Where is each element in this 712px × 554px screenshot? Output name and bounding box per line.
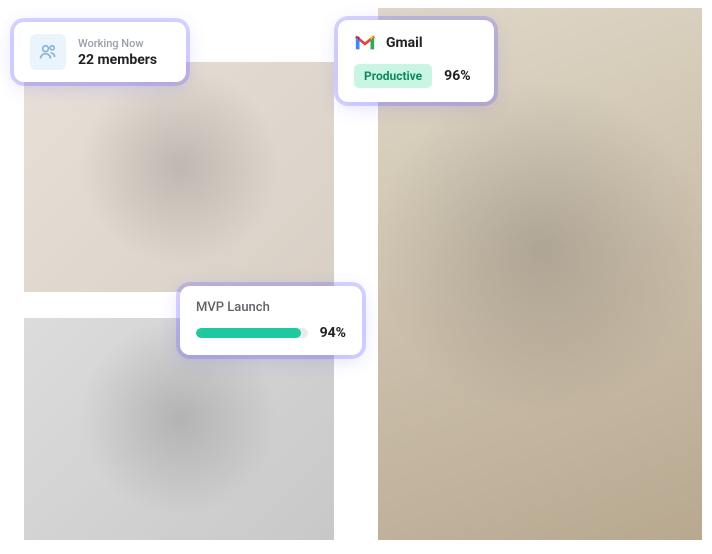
gmail-icon	[354, 34, 376, 52]
people-icon	[30, 34, 66, 70]
mvp-progress-bar	[196, 328, 308, 338]
gmail-percent: 96%	[444, 68, 470, 84]
gmail-app-name: Gmail	[386, 35, 423, 51]
mvp-progress-fill	[196, 328, 301, 338]
mvp-launch-card: MVP Launch 94%	[180, 286, 362, 355]
working-now-card: Working Now 22 members	[14, 22, 186, 82]
productive-badge: Productive	[354, 64, 432, 88]
working-now-label: Working Now	[78, 37, 157, 50]
mvp-percent: 94%	[320, 325, 346, 341]
mvp-title: MVP Launch	[196, 300, 346, 315]
gmail-card: Gmail Productive 96%	[338, 20, 494, 102]
working-now-value: 22 members	[78, 52, 157, 68]
photo-woman-laptop	[24, 62, 334, 292]
